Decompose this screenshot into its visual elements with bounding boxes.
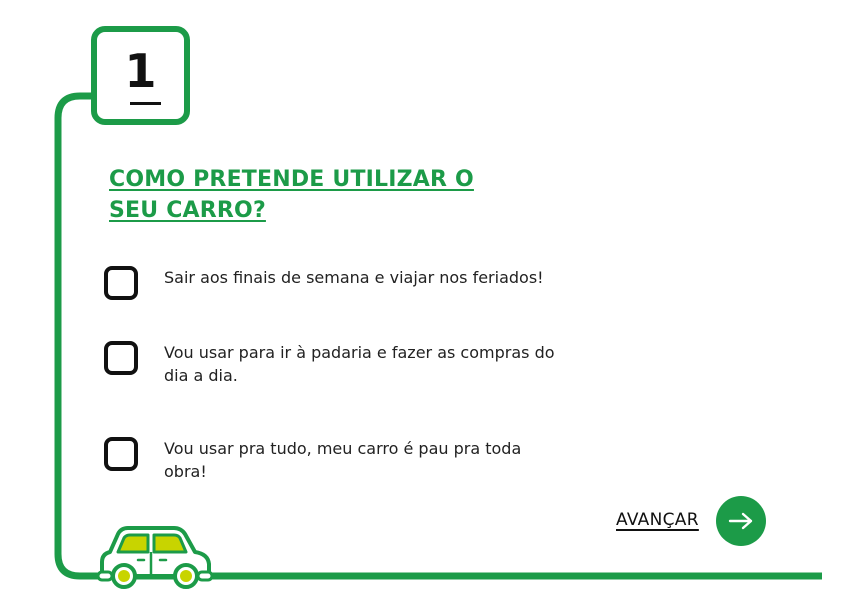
option-use-for-everything[interactable]: Vou usar pra tudo, meu carro é pau pra t… <box>104 437 564 483</box>
step-number-underline <box>130 102 161 105</box>
option-label: Vou usar pra tudo, meu carro é pau pra t… <box>164 439 522 481</box>
option-label: Vou usar para ir à padaria e fazer as co… <box>164 343 555 385</box>
question-title: COMO PRETENDE UTILIZAR O SEU CARRO? <box>109 167 474 223</box>
step-indicator: 1 <box>91 26 190 125</box>
option-daily-errands[interactable]: Vou usar para ir à padaria e fazer as co… <box>104 341 564 387</box>
advance-link[interactable]: AVANÇAR <box>616 509 699 531</box>
checkbox[interactable] <box>104 341 138 375</box>
option-label: Sair aos finais de semana e viajar nos f… <box>164 268 544 287</box>
option-weekend-trips[interactable]: Sair aos finais de semana e viajar nos f… <box>104 266 564 300</box>
car-icon <box>96 526 214 589</box>
checkbox[interactable] <box>104 266 138 300</box>
checkbox[interactable] <box>104 437 138 471</box>
advance-button[interactable] <box>716 496 766 546</box>
step-number: 1 <box>124 44 157 98</box>
arrow-right-icon <box>728 512 753 530</box>
